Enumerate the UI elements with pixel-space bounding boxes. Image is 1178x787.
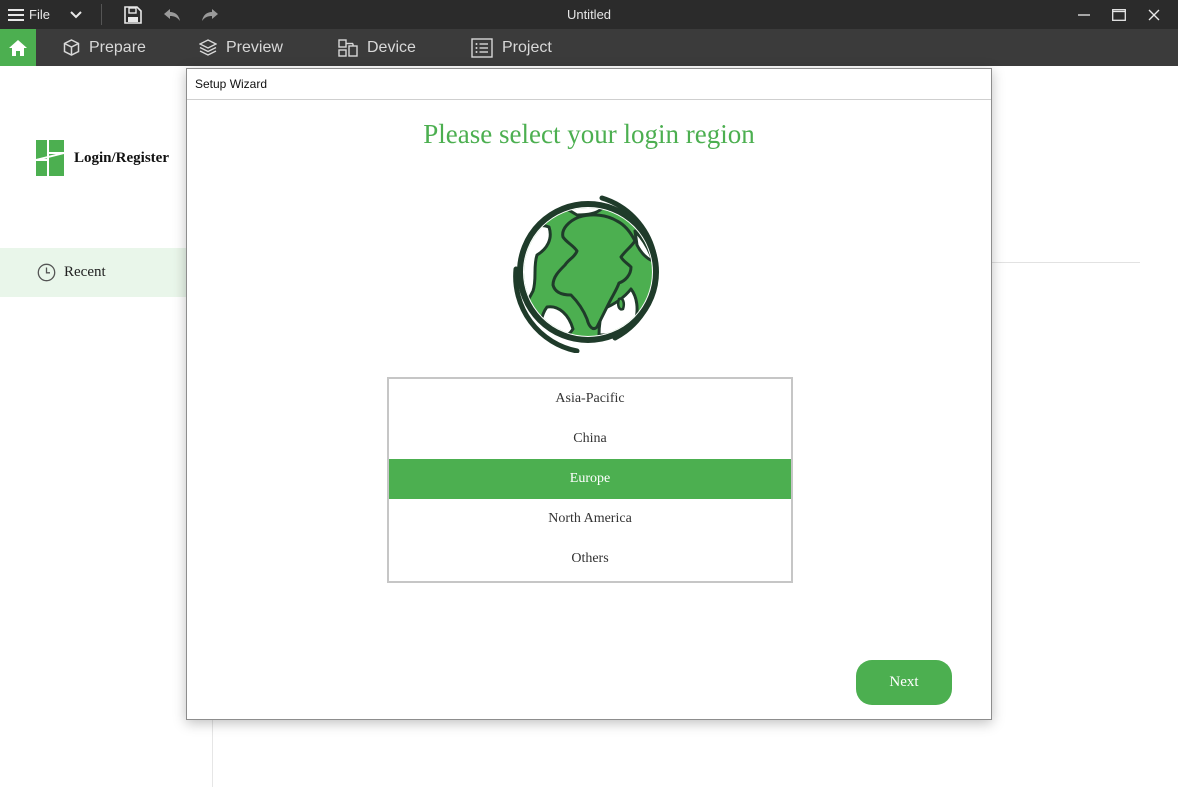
hamburger-icon: [8, 8, 24, 21]
region-option-asia-pacific[interactable]: Asia-Pacific: [389, 379, 791, 419]
minimize-button[interactable]: [1072, 0, 1096, 29]
tab-preview-label: Preview: [226, 38, 283, 56]
chevron-down-icon: [70, 10, 82, 18]
close-icon: [1148, 9, 1160, 20]
clock-icon: [37, 263, 56, 282]
dropdown-button[interactable]: [66, 0, 86, 29]
tab-device[interactable]: Device: [338, 29, 416, 66]
login-register-label: Login/Register: [74, 149, 169, 166]
region-option-china[interactable]: China: [389, 419, 791, 459]
tab-project[interactable]: Project: [471, 29, 552, 66]
title-bar: File Untitled: [0, 0, 1178, 29]
device-icon: [338, 38, 358, 57]
app-window: File Untitled Prepare Preview Device Pro…: [0, 0, 1178, 787]
login-register-button[interactable]: Login/Register: [36, 140, 169, 176]
file-menu-label: File: [29, 7, 50, 22]
region-option-north-america[interactable]: North America: [389, 499, 791, 539]
cube-icon: [63, 39, 80, 56]
tab-project-label: Project: [502, 38, 552, 56]
sidebar: Login/Register Recent: [0, 66, 187, 787]
home-icon: [9, 39, 27, 56]
main-nav: Prepare Preview Device Project: [0, 29, 1178, 66]
region-option-europe[interactable]: Europe: [389, 459, 791, 499]
tab-preview[interactable]: Preview: [199, 29, 283, 66]
tab-prepare[interactable]: Prepare: [63, 29, 146, 66]
file-menu[interactable]: File: [8, 0, 58, 29]
globe-icon: [513, 195, 659, 353]
setup-wizard-dialog: Setup Wizard Please select your login re…: [186, 68, 992, 720]
maximize-button[interactable]: [1107, 0, 1131, 29]
save-icon: [124, 5, 142, 24]
home-button[interactable]: [0, 29, 36, 66]
app-logo-icon: [36, 140, 64, 176]
redo-button[interactable]: [199, 0, 221, 29]
layers-icon: [199, 39, 217, 56]
minimize-icon: [1078, 13, 1090, 16]
content-divider: [990, 262, 1140, 263]
redo-icon: [202, 8, 218, 21]
undo-icon: [164, 8, 180, 21]
sidebar-item-label: Recent: [64, 264, 106, 280]
sidebar-item-recent[interactable]: Recent: [0, 248, 187, 297]
region-list: Asia-Pacific China Europe North America …: [387, 377, 793, 583]
close-button[interactable]: [1142, 0, 1166, 29]
dialog-title-bar: Setup Wizard: [187, 69, 991, 100]
tab-device-label: Device: [367, 38, 416, 56]
content-divider-vertical: [212, 720, 213, 787]
save-button[interactable]: [121, 0, 145, 29]
toolbar-separator: [101, 4, 102, 25]
tab-prepare-label: Prepare: [89, 38, 146, 56]
dialog-title: Setup Wizard: [195, 77, 268, 91]
dialog-heading: Please select your login region: [423, 119, 755, 149]
region-option-others[interactable]: Others: [389, 539, 791, 579]
next-button[interactable]: Next: [856, 660, 952, 705]
maximize-icon: [1112, 8, 1126, 21]
list-icon: [471, 37, 493, 58]
undo-button[interactable]: [161, 0, 183, 29]
